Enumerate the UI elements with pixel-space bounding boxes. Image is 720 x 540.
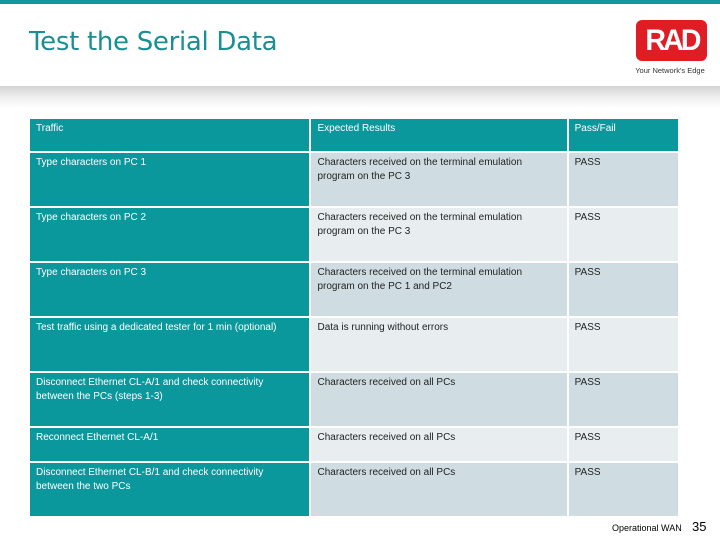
logo-text: RAD (644, 23, 701, 57)
logo-tagline: Your Network's Edge (635, 66, 705, 75)
rad-logo: RAD (636, 20, 707, 61)
traffic-cell: Type characters on PC 1 (30, 153, 310, 206)
table-row: Type characters on PC 1 Characters recei… (30, 153, 678, 206)
result-cell: PASS (568, 463, 678, 516)
table-row: Type characters on PC 3 Characters recei… (30, 263, 678, 316)
traffic-cell: Disconnect Ethernet CL-A/1 and check con… (30, 373, 310, 426)
traffic-cell: Reconnect Ethernet CL-A/1 (30, 428, 310, 461)
table-row: Test traffic using a dedicated tester fo… (30, 318, 678, 371)
header-shadow (0, 86, 720, 108)
expected-cell: Characters received on the terminal emul… (311, 153, 567, 206)
expected-cell: Characters received on all PCs (311, 428, 567, 461)
test-results-table: Traffic Expected Results Pass/Fail Type … (28, 117, 680, 518)
footer-label: Operational WAN (612, 523, 682, 533)
result-cell: PASS (568, 373, 678, 426)
expected-cell: Data is running without errors (311, 318, 567, 371)
expected-cell: Characters received on the terminal emul… (311, 263, 567, 316)
result-cell: PASS (568, 428, 678, 461)
expected-cell: Characters received on the terminal emul… (311, 208, 567, 261)
result-cell: PASS (568, 318, 678, 371)
table-row: Disconnect Ethernet CL-B/1 and check con… (30, 463, 678, 516)
traffic-cell: Disconnect Ethernet CL-B/1 and check con… (30, 463, 310, 516)
expected-cell: Characters received on all PCs (311, 373, 567, 426)
table-header-row: Traffic Expected Results Pass/Fail (30, 119, 678, 151)
traffic-cell: Test traffic using a dedicated tester fo… (30, 318, 310, 371)
table-row: Disconnect Ethernet CL-A/1 and check con… (30, 373, 678, 426)
table-row: Reconnect Ethernet CL-A/1 Characters rec… (30, 428, 678, 461)
result-cell: PASS (568, 208, 678, 261)
traffic-cell: Type characters on PC 3 (30, 263, 310, 316)
header-traffic: Traffic (30, 119, 310, 151)
header-pass-fail: Pass/Fail (568, 119, 678, 151)
traffic-cell: Type characters on PC 2 (30, 208, 310, 261)
table-row: Type characters on PC 2 Characters recei… (30, 208, 678, 261)
page-number: 35 (692, 519, 707, 534)
slide-title: Test the Serial Data (29, 27, 278, 57)
result-cell: PASS (568, 153, 678, 206)
header-expected-results: Expected Results (311, 119, 567, 151)
expected-cell: Characters received on all PCs (311, 463, 567, 516)
result-cell: PASS (568, 263, 678, 316)
top-accent-bar (0, 0, 720, 4)
